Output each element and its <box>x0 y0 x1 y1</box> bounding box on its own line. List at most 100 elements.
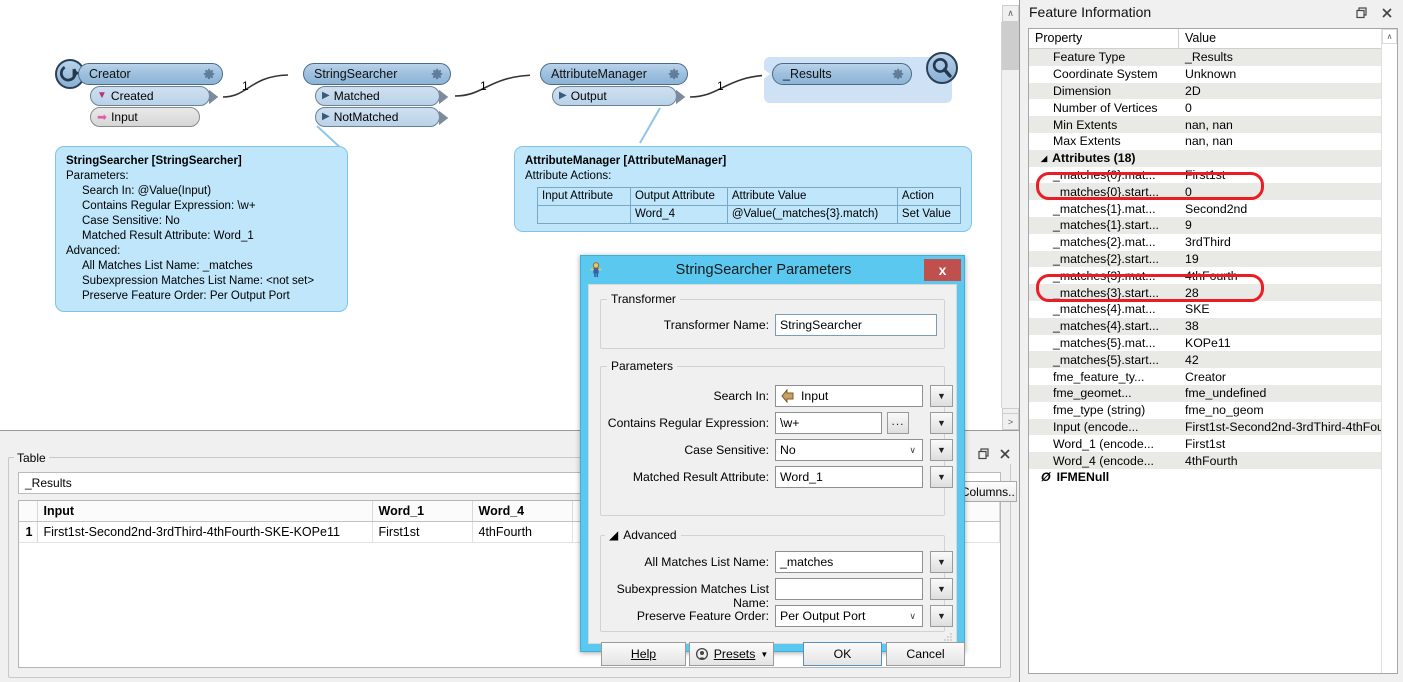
node-attributemanager[interactable]: AttributeManager ▶ Output <box>529 63 688 106</box>
regex-browse-button[interactable]: ... <box>887 412 909 434</box>
advanced-group-toggle[interactable]: ◢ Advanced <box>605 528 681 542</box>
col-word1[interactable]: Word_1 <box>372 501 473 522</box>
property-row[interactable]: Feature Type _Results <box>1029 49 1382 66</box>
search-in-input[interactable]: Input <box>775 385 923 407</box>
property-row[interactable]: Dimension 2D <box>1029 82 1382 100</box>
feature-info-scrollbar[interactable]: ∧ <box>1381 29 1397 673</box>
all-matches-list-name-input[interactable]: _matches <box>775 551 923 573</box>
node-attributemanager-header[interactable]: AttributeManager <box>529 63 688 85</box>
scroll-up-button[interactable]: ∧ <box>1002 5 1019 22</box>
port-input[interactable]: ➡ Input <box>90 107 200 127</box>
property-row[interactable]: Word_1 (encode... First1st <box>1029 435 1382 452</box>
cancel-button[interactable]: Cancel <box>886 642 965 666</box>
node-creator[interactable]: Creator ▼ Created ➡ Input <box>55 59 223 127</box>
dialog-titlebar[interactable]: StringSearcher Parameters x <box>581 256 964 284</box>
port-created[interactable]: ▼ Created <box>90 86 218 106</box>
node-stringsearcher-header[interactable]: StringSearcher <box>292 63 451 85</box>
node-results-selection[interactable]: _Results <box>761 52 958 103</box>
property-row[interactable]: fme_geomet... fme_undefined <box>1029 384 1382 402</box>
property-row[interactable]: _matches{3}.mat... 4thFourth <box>1029 267 1382 284</box>
ok-button[interactable]: OK <box>803 642 882 666</box>
property-row[interactable]: Max Extents nan, nan <box>1029 133 1382 150</box>
node-stringsearcher[interactable]: StringSearcher ▶ Matched ▶ NotMatched <box>292 63 451 127</box>
property-row[interactable]: Input (encode... First1st-Second2nd-3rdTh… <box>1029 418 1382 436</box>
property-row[interactable]: fme_feature_ty... Creator <box>1029 368 1382 385</box>
search-in-dropdown-button[interactable]: ▼ <box>930 385 953 407</box>
cell-input[interactable]: First1st-Second2nd-3rdThird-4thFourth-SK… <box>37 521 373 543</box>
property-row[interactable]: _matches{2}.mat... 3rdThird <box>1029 234 1382 251</box>
subexpression-dropdown-button[interactable]: ▼ <box>930 578 953 600</box>
magnifier-icon[interactable] <box>926 52 958 84</box>
restore-icon[interactable] <box>1356 6 1368 19</box>
property-row[interactable]: _matches{1}.start... 9 <box>1029 216 1382 234</box>
cell-input-attribute <box>537 205 631 224</box>
preserve-feature-order-dropdown-button[interactable]: ▼ <box>930 605 953 627</box>
port-notmatched[interactable]: ▶ NotMatched <box>315 107 448 127</box>
grid-header-row: Property Value <box>1029 29 1397 49</box>
property-row[interactable]: _matches{4}.start... 38 <box>1029 317 1382 335</box>
property-row[interactable]: _matches{2}.start... 19 <box>1029 250 1382 268</box>
gear-icon[interactable] <box>667 67 681 81</box>
transformer-name-input[interactable]: StringSearcher <box>775 314 937 336</box>
stringsearcher-parameters-dialog[interactable]: StringSearcher Parameters x Transformer … <box>580 255 965 666</box>
col-input[interactable]: Input <box>37 501 373 522</box>
output-connector-nub[interactable] <box>439 90 448 104</box>
output-connector-nub[interactable] <box>676 90 685 104</box>
gear-icon[interactable] <box>430 67 444 81</box>
canvas-vertical-scrollbar[interactable]: ∧ ∨ <box>1001 5 1019 425</box>
annotation-line: Contains Regular Expression: \w+ <box>82 200 256 212</box>
close-icon[interactable] <box>1381 6 1393 18</box>
property-row[interactable]: _matches{5}.mat... KOPe11 <box>1029 335 1382 352</box>
regex-input[interactable]: \w+ <box>775 412 882 434</box>
case-sensitive-select[interactable]: No ∨ <box>775 439 923 461</box>
matched-result-attribute-input[interactable]: Word_1 <box>775 466 923 488</box>
preserve-feature-order-select[interactable]: Per Output Port ∨ <box>775 605 923 627</box>
node-attributemanager-label: AttributeManager <box>551 67 647 81</box>
scrollbar-thumb[interactable] <box>1002 22 1019 70</box>
ifmenull-row[interactable]: Ø IFMENull <box>1029 469 1382 486</box>
property-row[interactable]: _matches{5}.start... 42 <box>1029 351 1382 369</box>
cell-word1[interactable]: First1st <box>372 521 473 543</box>
property-row[interactable]: _matches{1}.mat... Second2nd <box>1029 200 1382 217</box>
regex-dropdown-button[interactable]: ▼ <box>930 412 953 434</box>
help-button[interactable]: Help <box>601 642 686 666</box>
property-row[interactable]: Coordinate System Unknown <box>1029 66 1382 83</box>
attributes-group-row[interactable]: ◢ Attributes (18) <box>1029 149 1382 167</box>
feature-information-grid[interactable]: Property Value Feature Type _Results Coord… <box>1028 28 1398 674</box>
node-results-header[interactable]: _Results <box>761 63 912 85</box>
property-row[interactable]: _matches{3}.start... 28 <box>1029 284 1382 301</box>
port-created-label: Created <box>110 89 154 103</box>
port-output[interactable]: ▶ Output <box>552 86 685 106</box>
close-icon[interactable] <box>999 448 1011 460</box>
presets-button[interactable]: Presets ▼ <box>689 642 774 666</box>
gear-icon[interactable] <box>202 67 216 81</box>
property-row[interactable]: _matches{4}.mat... SKE <box>1029 301 1382 318</box>
property-row[interactable]: Min Extents nan, nan <box>1029 116 1382 133</box>
gear-icon[interactable] <box>891 67 905 81</box>
expand-triangle-icon[interactable]: ◢ <box>1041 154 1047 163</box>
scroll-right-button[interactable]: > <box>1002 413 1019 430</box>
property-row[interactable]: Number of Vertices 0 <box>1029 99 1382 116</box>
close-button[interactable]: x <box>924 259 961 281</box>
all-matches-dropdown-button[interactable]: ▼ <box>930 551 953 573</box>
property-row[interactable]: fme_type (string) fme_no_geom <box>1029 402 1382 419</box>
output-connector-nub[interactable] <box>439 111 448 125</box>
case-sensitive-dropdown-button[interactable]: ▼ <box>930 439 953 461</box>
scroll-up-button[interactable]: ∧ <box>1382 29 1397 44</box>
cell-word4[interactable]: 4thFourth <box>472 521 573 543</box>
node-creator-header[interactable]: Creator <box>78 63 223 85</box>
col-value[interactable]: Value <box>1179 29 1397 48</box>
port-matched[interactable]: ▶ Matched <box>315 86 448 106</box>
resize-grip[interactable] <box>943 631 953 641</box>
subexpression-matches-input[interactable] <box>775 578 923 600</box>
columns-button[interactable]: Columns... <box>962 481 1017 502</box>
property-row[interactable]: _matches{0}.mat... First1st <box>1029 167 1382 184</box>
col-word4[interactable]: Word_4 <box>472 501 573 522</box>
matched-result-attribute-dropdown-button[interactable]: ▼ <box>930 466 953 488</box>
restore-icon[interactable] <box>978 448 990 460</box>
table-panel-window-controls <box>965 444 1019 464</box>
property-row[interactable]: _matches{0}.start... 0 <box>1029 183 1382 201</box>
col-property[interactable]: Property <box>1029 29 1179 48</box>
property-row[interactable]: Word_4 (encode... 4thFourth <box>1029 452 1382 469</box>
output-connector-nub[interactable] <box>209 90 218 104</box>
